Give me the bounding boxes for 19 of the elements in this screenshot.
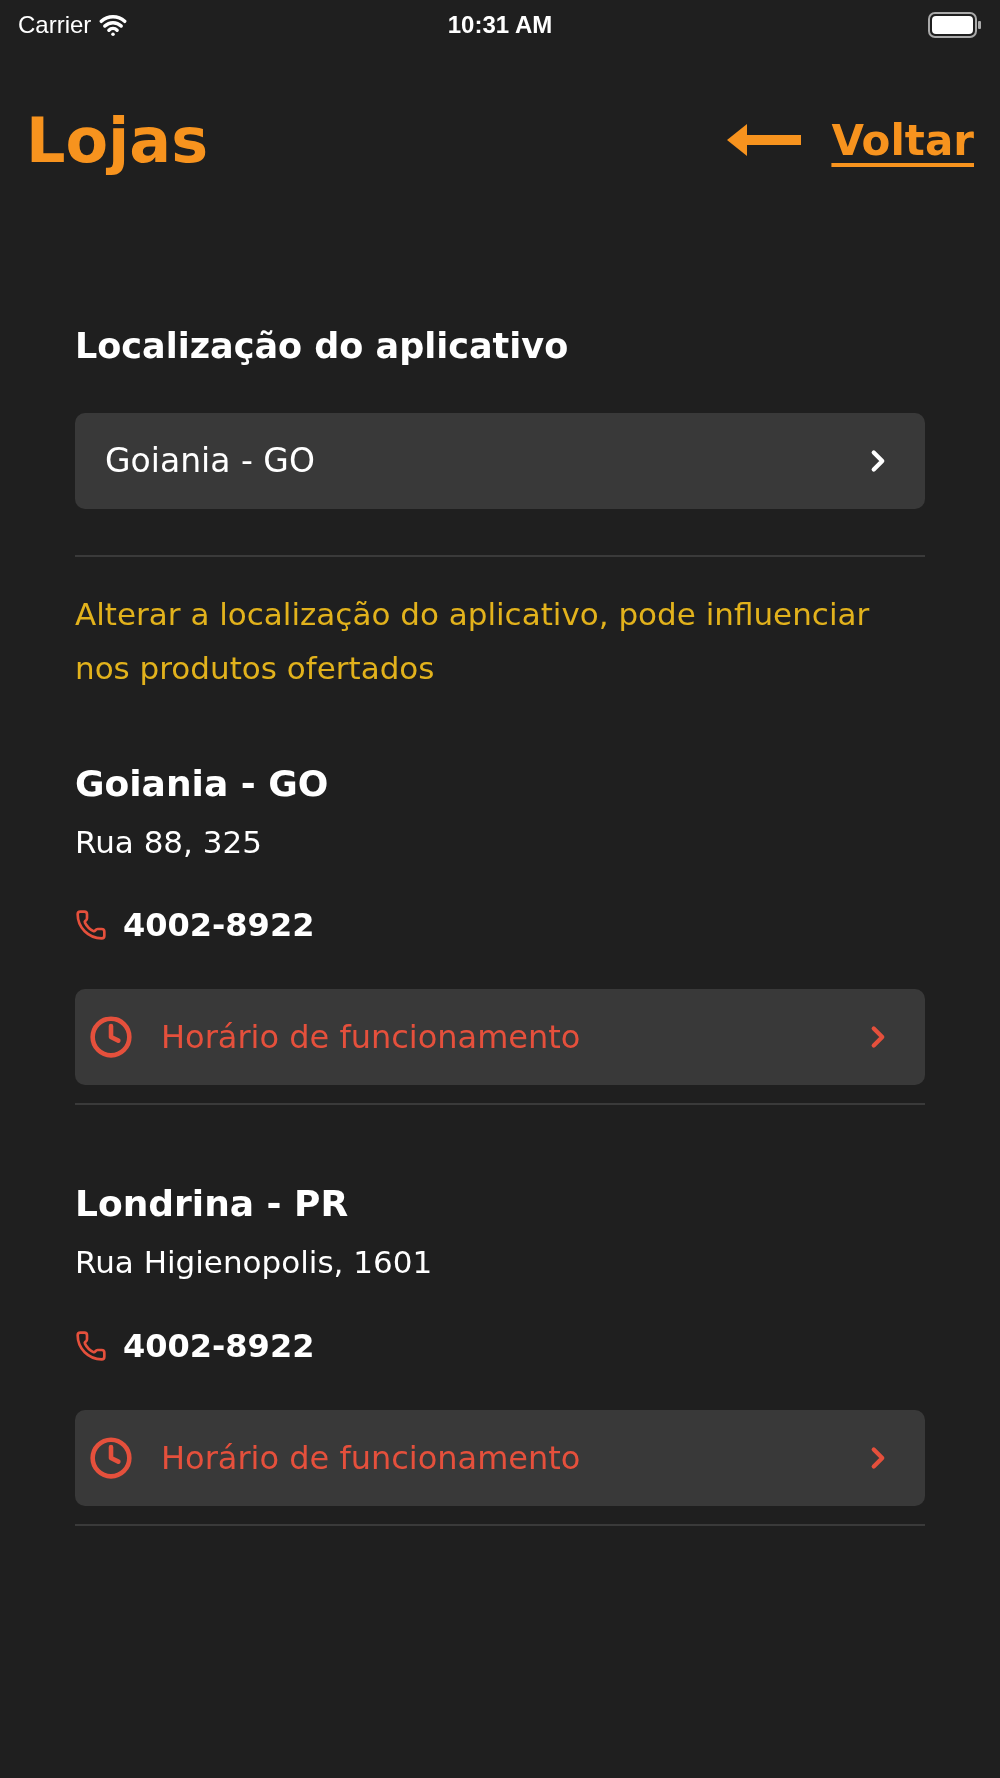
battery-icon [928, 12, 982, 38]
section-title: Localização do aplicativo [75, 325, 570, 368]
store-name: Londrina - PR [75, 1182, 350, 1226]
notice-text: Alterar a localização do aplicativo, pode influenciar nos produtos ofertados [75, 594, 871, 688]
store-phone[interactable]: 4002-8922 [123, 901, 315, 949]
phone-icon [75, 909, 107, 941]
store-address: Rua 88, 325 [75, 822, 263, 862]
clock-icon [89, 1015, 133, 1059]
store-address: Rua Higienopolis, 1601 [75, 1243, 434, 1282]
back-button[interactable]: Voltar [725, 108, 974, 172]
page-title: Lojas [26, 102, 209, 179]
location-selector[interactable]: Goiania - GO [75, 412, 925, 509]
clock-icon [89, 1435, 133, 1480]
phone-icon [75, 1329, 107, 1362]
store-name: Goiania - GO [75, 761, 330, 806]
status-time: 10:31 AM [447, 10, 553, 40]
left-arrow-icon [725, 122, 802, 158]
store-phone[interactable]: 4002-8922 [123, 1321, 315, 1370]
carrier-label: Carrier [18, 10, 92, 40]
